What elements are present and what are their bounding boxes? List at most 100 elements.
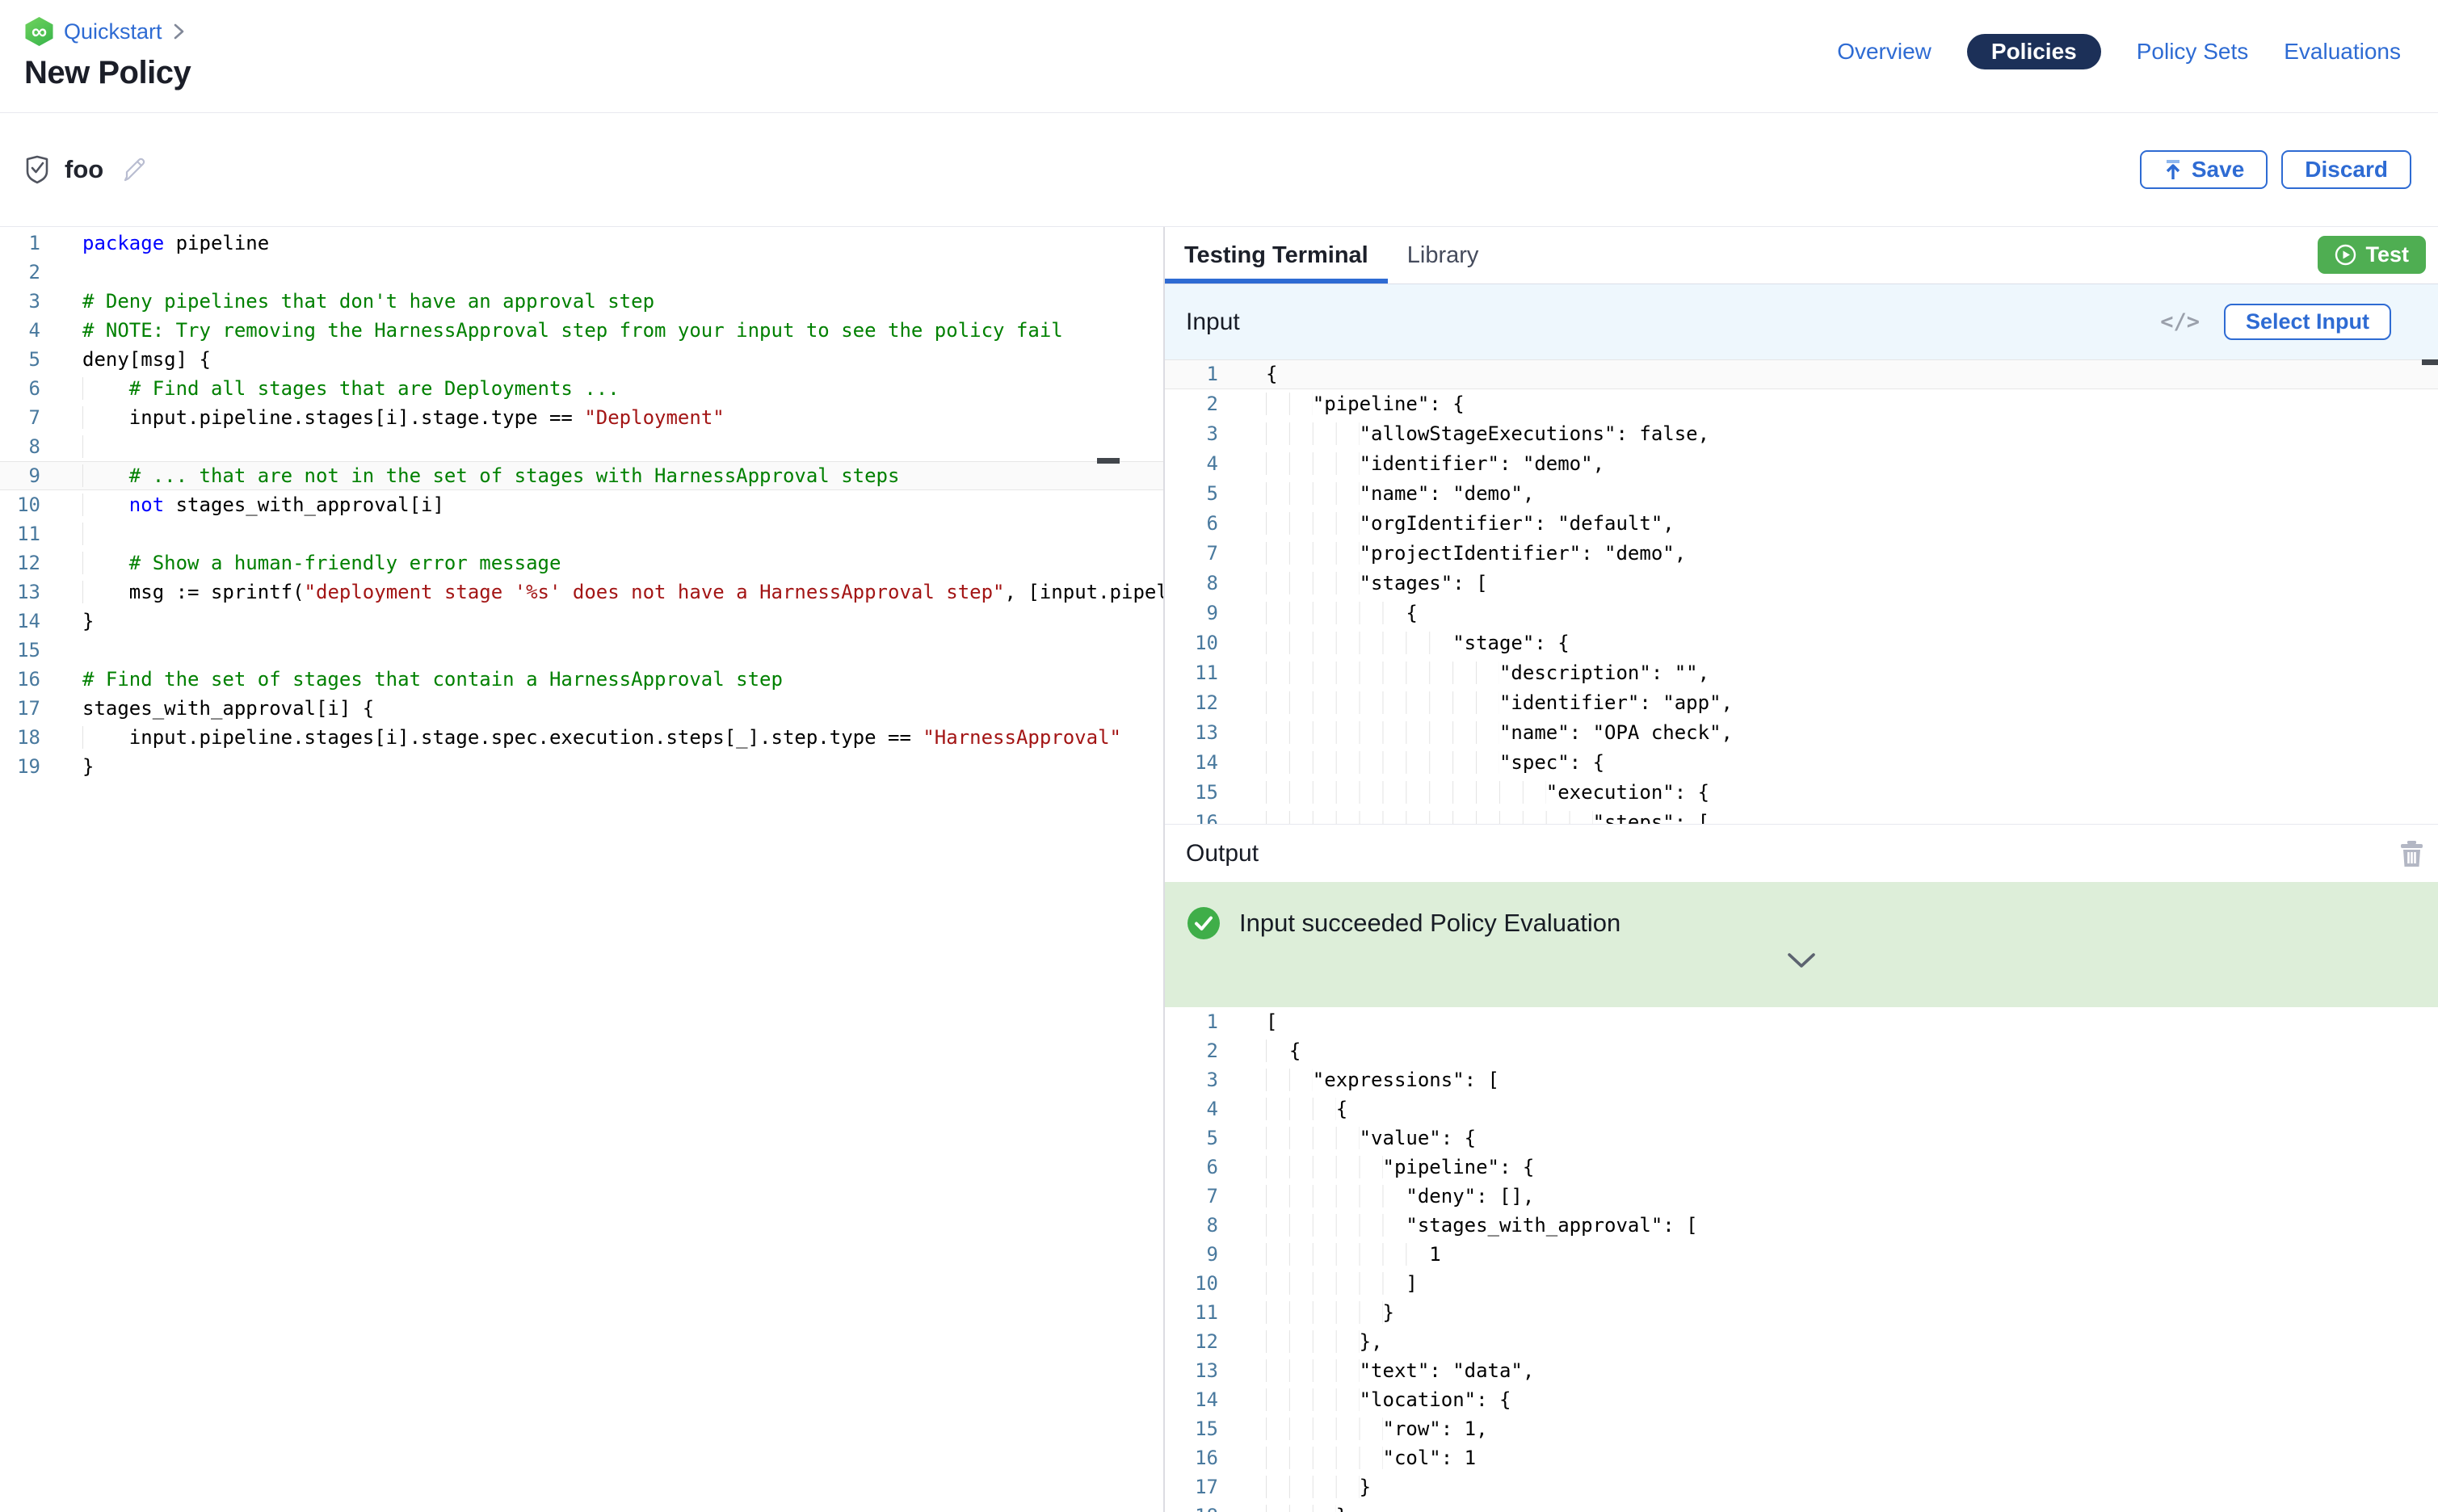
nav-policy-sets[interactable]: Policy Sets: [2137, 34, 2249, 69]
code-text: # Show a human-friendly error message: [82, 548, 561, 578]
line-number: 10: [1165, 628, 1218, 658]
code-text: "projectIdentifier": "demo",: [1266, 539, 1686, 569]
tab-testing-terminal[interactable]: Testing Terminal: [1165, 227, 1388, 284]
line-number: 5: [0, 345, 40, 374]
code-line: 10 "stage": {: [1165, 628, 2438, 658]
code-line: 16 "col": 1: [1165, 1443, 2438, 1472]
line-number: 2: [0, 258, 40, 287]
line-number: 12: [0, 548, 40, 578]
code-text: package pipeline: [82, 229, 269, 258]
tab-library[interactable]: Library: [1388, 227, 1499, 284]
line-number: 6: [1165, 509, 1218, 539]
code-text: }: [1266, 1502, 1347, 1512]
line-number: 14: [1165, 748, 1218, 778]
save-button[interactable]: Save: [2140, 150, 2268, 189]
code-line: 1[: [1165, 1007, 2438, 1036]
code-line: 5 "value": {: [1165, 1124, 2438, 1153]
code-line: 7 "projectIdentifier": "demo",: [1165, 539, 2438, 569]
code-text: "steps": [: [1266, 808, 1709, 824]
trash-icon: [2400, 840, 2423, 867]
code-line: 5 "name": "demo",: [1165, 479, 2438, 509]
breadcrumb-project-link[interactable]: Quickstart: [64, 19, 162, 44]
code-text: # Find all stages that are Deployments .…: [82, 374, 620, 403]
line-number: 13: [1165, 718, 1218, 748]
code-line: 8 "stages": [: [1165, 569, 2438, 598]
code-line: 6 "pipeline": {: [1165, 1153, 2438, 1182]
chevron-right-icon: [172, 22, 186, 41]
nav-evaluations[interactable]: Evaluations: [2284, 34, 2401, 69]
code-text: },: [1266, 1327, 1383, 1356]
code-line: 3 "allowStageExecutions": false,: [1165, 419, 2438, 449]
code-line: 3 "expressions": [: [1165, 1065, 2438, 1094]
test-button[interactable]: Test: [2318, 236, 2426, 274]
code-text: "identifier": "demo",: [1266, 449, 1604, 479]
code-text: }: [82, 607, 94, 636]
overview-ruler-cursor-marker: [1097, 458, 1120, 464]
line-number: 4: [1165, 1094, 1218, 1124]
code-icon: </>: [2160, 309, 2200, 334]
code-line: 3# Deny pipelines that don't have an app…: [0, 287, 1163, 316]
testing-terminal-panel: Testing TerminalLibrary Test Input </> S…: [1163, 227, 2438, 1512]
policy-code-editor[interactable]: 1package pipeline23# Deny pipelines that…: [0, 227, 1163, 1512]
code-line: 4 {: [1165, 1094, 2438, 1124]
code-line: 15 "execution": {: [1165, 778, 2438, 808]
nav-overview[interactable]: Overview: [1837, 34, 1931, 69]
line-number: 18: [1165, 1502, 1218, 1512]
code-line: 15 "row": 1,: [1165, 1414, 2438, 1443]
line-number: 7: [1165, 539, 1218, 569]
output-json-editor[interactable]: 1[2 {3 "expressions": [4 {5 "value": {6 …: [1165, 1007, 2438, 1512]
main-content: 1 package pipeline 23# Deny pipelines that…: [0, 227, 2438, 1512]
clear-output-button[interactable]: [2400, 840, 2423, 867]
line-number: 4: [0, 316, 40, 345]
line-number: 13: [1165, 1356, 1218, 1385]
code-line: 11 }: [1165, 1298, 2438, 1327]
line-number: 16: [1165, 808, 1218, 824]
output-section-header: Output: [1165, 824, 2438, 882]
line-number: 1: [1165, 1007, 1218, 1036]
code-text: "description": "",: [1266, 658, 1709, 688]
edit-policy-name-button[interactable]: [121, 157, 147, 183]
code-line: 2: [0, 258, 1163, 287]
code-text: [: [1266, 1007, 1277, 1036]
expand-details-button[interactable]: [1786, 951, 1817, 972]
code-line: 9 1: [1165, 1240, 2438, 1269]
line-number: 4: [1165, 449, 1218, 479]
code-text: }: [1266, 1472, 1371, 1502]
line-number: 9: [1165, 1240, 1218, 1269]
shield-check-icon: [24, 155, 50, 184]
input-title: Input: [1186, 309, 1240, 336]
code-text: {: [1266, 359, 1277, 389]
code-line: 2 {: [1165, 1036, 2438, 1065]
pencil-icon: [121, 157, 147, 183]
nav-policies[interactable]: Policies: [1967, 34, 2101, 69]
code-line: 10 not stages_with_approval[i]: [0, 490, 1163, 519]
code-line: 16# Find the set of stages that contain …: [0, 665, 1163, 694]
code-line: 11 "description": "",: [1165, 658, 2438, 688]
code-text: "identifier": "app",: [1266, 688, 1733, 718]
code-text: {: [1266, 1094, 1347, 1124]
code-line: 5deny[msg] {: [0, 345, 1163, 374]
code-line: 11: [0, 519, 1163, 548]
code-line: 6 "orgIdentifier": "default",: [1165, 509, 2438, 539]
discard-button[interactable]: Discard: [2281, 150, 2411, 189]
code-line: 9 {: [1165, 598, 2438, 628]
code-text: stages_with_approval[i] {: [82, 694, 374, 723]
line-number: 14: [0, 607, 40, 636]
code-text: "allowStageExecutions": false,: [1266, 419, 1709, 449]
output-title: Output: [1186, 840, 1259, 867]
code-line: 7 input.pipeline.stages[i].stage.type ==…: [0, 403, 1163, 432]
test-label: Test: [2365, 242, 2409, 267]
input-json-editor[interactable]: 1{2 "pipeline": {3 "allowStageExecutions…: [1165, 359, 2438, 824]
code-line: 9 # ... that are not in the set of stage…: [0, 461, 1163, 490]
code-text: "name": "demo",: [1266, 479, 1534, 509]
line-number: 16: [1165, 1443, 1218, 1472]
line-number: 16: [0, 665, 40, 694]
code-line: 12 "identifier": "app",: [1165, 688, 2438, 718]
code-line: 13 "name": "OPA check",: [1165, 718, 2438, 748]
code-text: "expressions": [: [1266, 1065, 1499, 1094]
select-input-button[interactable]: Select Input: [2224, 304, 2391, 340]
line-number: 17: [1165, 1472, 1218, 1502]
code-text: input.pipeline.stages[i].stage.spec.exec…: [82, 723, 1121, 752]
code-line: 8: [0, 432, 1163, 461]
line-number: 3: [1165, 1065, 1218, 1094]
